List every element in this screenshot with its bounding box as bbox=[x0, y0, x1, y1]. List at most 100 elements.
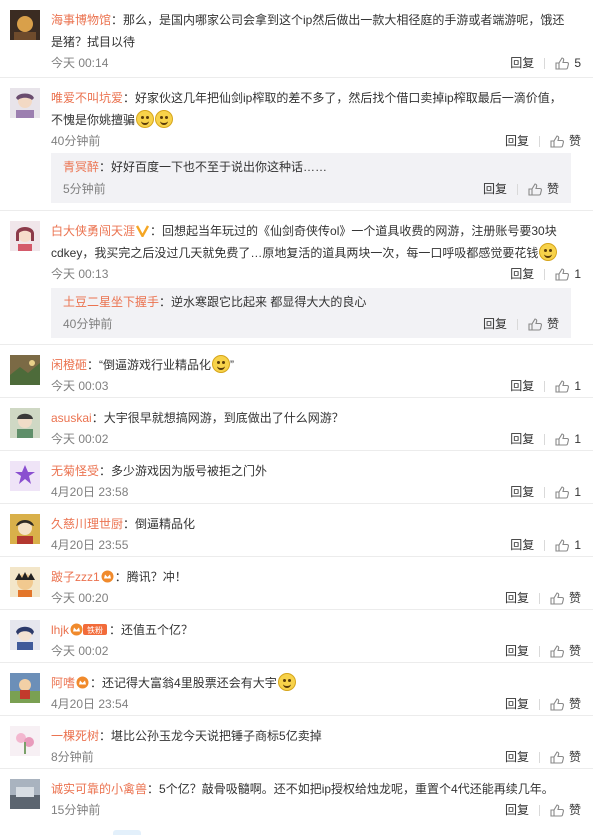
comment-item: 久慈川理世厨：倒逼精品化 4月20日 23:55 回复 1 bbox=[0, 504, 593, 557]
avatar[interactable] bbox=[10, 726, 40, 756]
avatar[interactable] bbox=[10, 221, 40, 251]
reply-button[interactable]: 回复 bbox=[505, 588, 529, 608]
like-count: 赞 bbox=[568, 644, 581, 658]
comment-text: asuskai：大宇很早就想搞网游，到底做出了什么网游？ bbox=[51, 407, 581, 429]
like-button[interactable]: 赞 bbox=[550, 694, 581, 714]
comment-text: 阿嗜 ：还记得大富翁4里股票还会有大宇 bbox=[51, 672, 581, 694]
username[interactable]: 海事博物馆 bbox=[51, 13, 111, 27]
reply-button[interactable]: 回复 bbox=[510, 535, 534, 555]
avatar[interactable] bbox=[10, 779, 40, 809]
reply-button[interactable]: 回复 bbox=[483, 314, 507, 334]
username[interactable]: 阿嗜 bbox=[51, 676, 75, 690]
username[interactable]: lhjk bbox=[51, 623, 69, 637]
reply-button[interactable]: 回复 bbox=[505, 694, 529, 714]
username[interactable]: 白大侠勇闯天涯 bbox=[51, 224, 135, 238]
reply-username[interactable]: 土豆二星坐下握手 bbox=[63, 295, 159, 309]
like-button[interactable]: 1 bbox=[555, 482, 581, 502]
thumb-up-icon bbox=[550, 803, 564, 817]
emoji-icon bbox=[155, 110, 174, 128]
reply-button[interactable]: 回复 bbox=[510, 429, 534, 449]
comment-meta: 今天 00:03 回复 1 bbox=[51, 376, 581, 396]
member-crown-icon bbox=[101, 570, 114, 583]
like-button[interactable]: 1 bbox=[555, 429, 581, 449]
username[interactable]: 唯爱不叫坑爱 bbox=[51, 91, 123, 105]
timestamp: 今天 00:02 bbox=[51, 644, 109, 658]
reply-body: ：好好百度一下也不至于说出你这种话…… bbox=[99, 160, 328, 174]
timestamp: 40分钟前 bbox=[51, 134, 101, 148]
like-count: 赞 bbox=[546, 317, 559, 331]
timestamp: 4月20日 23:58 bbox=[51, 485, 129, 499]
timestamp: 今天 00:14 bbox=[51, 56, 109, 70]
like-button[interactable]: 赞 bbox=[550, 800, 581, 820]
divider bbox=[544, 486, 546, 498]
reply-button[interactable]: 回复 bbox=[505, 800, 529, 820]
like-button[interactable]: 赞 bbox=[528, 314, 559, 334]
reply-button[interactable]: 回复 bbox=[510, 376, 534, 396]
like-button[interactable]: 赞 bbox=[550, 131, 581, 151]
divider bbox=[544, 539, 546, 551]
reply-button[interactable]: 回复 bbox=[510, 264, 534, 284]
like-button[interactable]: 赞 bbox=[550, 641, 581, 661]
avatar[interactable] bbox=[10, 10, 40, 40]
reply-text: 青冥醉：好好百度一下也不至于说出你这种话…… bbox=[63, 157, 327, 177]
reply-button[interactable]: 回复 bbox=[505, 131, 529, 151]
comment-meta: 今天 00:20 回复 赞 bbox=[51, 588, 581, 608]
avatar[interactable] bbox=[10, 88, 40, 118]
divider bbox=[538, 592, 540, 604]
comment-body: ：大宇很早就想搞网游，到底做出了什么网游？ bbox=[91, 411, 344, 425]
reply-box: 青冥醉：好好百度一下也不至于说出你这种话…… 5分钟前 回复 赞 bbox=[51, 153, 571, 203]
avatar[interactable] bbox=[10, 461, 40, 491]
reply-button[interactable]: 回复 bbox=[505, 747, 529, 767]
thumb-up-icon bbox=[555, 432, 570, 446]
comment-item: 白大侠勇闯天涯 ：回想起当年玩过的《仙剑奇侠传ol》一个道具收费的网游，注册账号要… bbox=[0, 211, 593, 345]
avatar[interactable] bbox=[10, 514, 40, 544]
reply-button[interactable]: 回复 bbox=[510, 53, 534, 73]
avatar[interactable] bbox=[10, 567, 40, 597]
timestamp: 今天 00:02 bbox=[51, 432, 109, 446]
reply-username[interactable]: 青冥醉 bbox=[63, 160, 99, 174]
like-count: 1 bbox=[574, 379, 581, 393]
comment-item: 唯爱不叫坑爱：好家伙这几年把仙剑ip榨取的差不多了，然后找个借口卖掉ip榨取最后… bbox=[0, 78, 593, 211]
username[interactable]: 一棵死树 bbox=[51, 729, 99, 743]
comment-body: ：堪比公孙玉龙今天说把锤子商标5亿卖掉 bbox=[99, 729, 322, 743]
divider bbox=[538, 135, 540, 147]
like-button[interactable]: 1 bbox=[555, 264, 581, 284]
comment-item: 一棵死树：堪比公孙玉龙今天说把锤子商标5亿卖掉 8分钟前 回复 赞 bbox=[0, 716, 593, 769]
comment-text: 海事博物馆：那么，是国内哪家公司会拿到这个ip然后做出一款大相径庭的手游或者端游… bbox=[51, 9, 581, 53]
divider bbox=[538, 645, 540, 657]
comment-text: 久慈川理世厨：倒逼精品化 bbox=[51, 513, 581, 535]
reply-button[interactable]: 回复 bbox=[483, 179, 507, 199]
thumb-up-icon bbox=[555, 267, 570, 281]
comment-text: lhjk 铁粉 ：还值五个亿？ bbox=[51, 619, 581, 641]
comment-meta: 今天 00:13 回复 1 bbox=[51, 264, 581, 284]
comment-meta: 4月20日 23:54 回复 赞 bbox=[51, 694, 581, 714]
like-button[interactable]: 赞 bbox=[528, 179, 559, 199]
like-button[interactable]: 1 bbox=[555, 535, 581, 555]
avatar[interactable] bbox=[10, 408, 40, 438]
username[interactable]: 无菊怪受 bbox=[51, 464, 99, 478]
like-button[interactable]: 赞 bbox=[550, 588, 581, 608]
username[interactable]: asuskai bbox=[51, 411, 92, 425]
reply-meta: 40分钟前 回复 赞 bbox=[63, 314, 559, 334]
username[interactable]: 闲橙砸 bbox=[51, 358, 87, 372]
like-button[interactable]: 5 bbox=[555, 53, 581, 73]
like-button[interactable]: 赞 bbox=[550, 747, 581, 767]
comment-body: ：那么，是国内哪家公司会拿到这个ip然后做出一款大相径庭的手游或者端游呢，饿还 bbox=[111, 13, 565, 27]
comment-body: ：“倒逼游戏行业精品化 bbox=[87, 358, 212, 372]
divider bbox=[538, 804, 540, 816]
divider bbox=[544, 57, 546, 69]
avatar[interactable] bbox=[10, 620, 40, 650]
like-count: 5 bbox=[574, 56, 581, 70]
timestamp: 15分钟前 bbox=[51, 803, 101, 817]
avatar[interactable] bbox=[10, 355, 40, 385]
reply-button[interactable]: 回复 bbox=[505, 641, 529, 661]
more-comments-tab[interactable] bbox=[113, 830, 141, 835]
comment-meta: 40分钟前 回复 赞 bbox=[51, 131, 581, 151]
reply-button[interactable]: 回复 bbox=[510, 482, 534, 502]
username[interactable]: 诚实可靠的小禽兽 bbox=[51, 782, 147, 796]
username[interactable]: 跛子zzz1 bbox=[51, 570, 100, 584]
divider bbox=[538, 751, 540, 763]
username[interactable]: 久慈川理世厨 bbox=[51, 517, 123, 531]
like-button[interactable]: 1 bbox=[555, 376, 581, 396]
avatar[interactable] bbox=[10, 673, 40, 703]
